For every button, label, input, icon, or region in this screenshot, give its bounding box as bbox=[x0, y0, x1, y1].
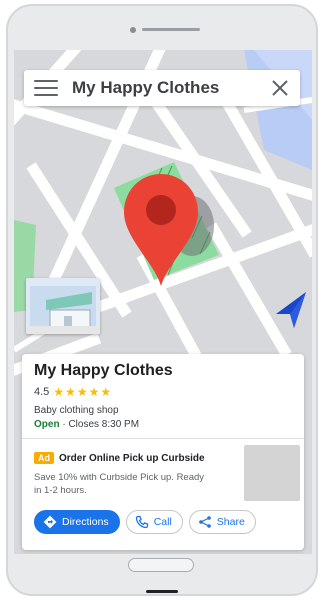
phone-icon bbox=[135, 515, 149, 529]
share-icon bbox=[198, 515, 212, 529]
rating-value: 4.5 bbox=[34, 386, 50, 398]
open-status: Open bbox=[34, 419, 60, 430]
action-buttons: Directions Call Share bbox=[34, 510, 256, 534]
share-button[interactable]: Share bbox=[188, 510, 256, 534]
closing-time: · Closes 8:30 PM bbox=[59, 419, 140, 430]
call-label: Call bbox=[153, 516, 172, 528]
close-icon[interactable] bbox=[260, 70, 300, 106]
share-label: Share bbox=[216, 516, 245, 528]
phone-frame: My Happy Clothes My Happy Clothes 4.5 ★★… bbox=[6, 4, 318, 596]
place-hours: Open · Closes 8:30 PM bbox=[34, 419, 139, 430]
home-button[interactable] bbox=[128, 558, 194, 572]
phone-screen: My Happy Clothes My Happy Clothes 4.5 ★★… bbox=[14, 50, 312, 554]
rating-stars: ★★★★★ bbox=[53, 385, 113, 399]
ad-header[interactable]: Ad Order Online Pick up Curbside bbox=[34, 452, 205, 464]
directions-icon bbox=[43, 515, 57, 529]
place-category: Baby clothing shop bbox=[34, 405, 119, 416]
call-button[interactable]: Call bbox=[125, 510, 183, 534]
rating-row: 4.5 ★★★★★ bbox=[34, 385, 112, 399]
camera-dot bbox=[130, 27, 136, 33]
ad-description: Save 10% with Curbside Pick up. Ready in… bbox=[34, 472, 205, 496]
search-input[interactable]: My Happy Clothes bbox=[68, 78, 260, 98]
speaker-slot bbox=[142, 28, 200, 31]
ad-image[interactable] bbox=[244, 445, 300, 501]
place-card[interactable]: My Happy Clothes 4.5 ★★★★★ Baby clothing… bbox=[22, 354, 304, 550]
directions-label: Directions bbox=[62, 516, 109, 528]
divider bbox=[22, 438, 304, 439]
home-indicator bbox=[146, 590, 178, 593]
place-name: My Happy Clothes bbox=[34, 362, 173, 379]
directions-button[interactable]: Directions bbox=[34, 510, 120, 534]
ad-title[interactable]: Order Online Pick up Curbside bbox=[59, 453, 205, 464]
search-bar[interactable]: My Happy Clothes bbox=[24, 70, 300, 106]
ad-badge: Ad bbox=[34, 452, 54, 464]
menu-icon[interactable] bbox=[24, 70, 68, 106]
navigation-arrow-icon[interactable] bbox=[272, 290, 308, 330]
place-photo[interactable] bbox=[26, 278, 100, 334]
